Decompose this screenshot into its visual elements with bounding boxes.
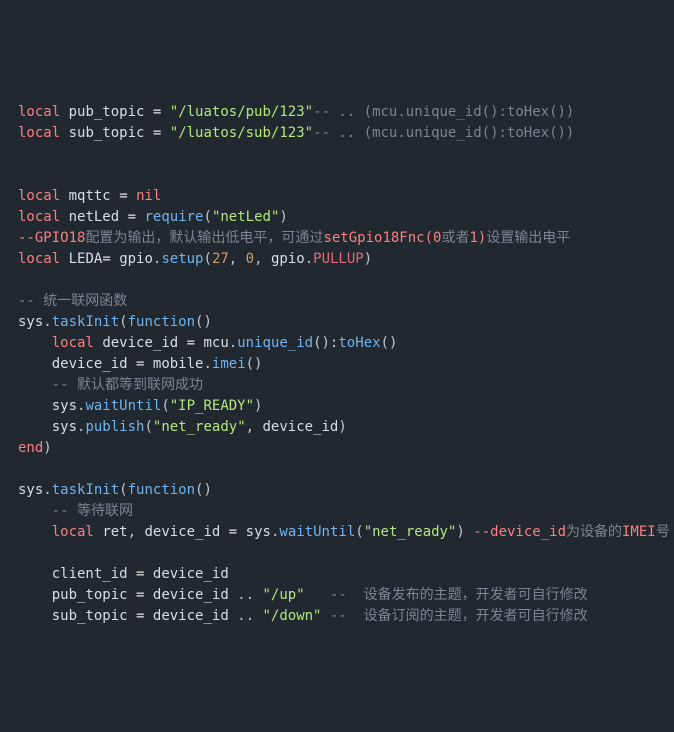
comment-line: -- 等待联网: [18, 501, 656, 522]
code-line: client_id = device_id: [18, 564, 656, 585]
blank-line: [18, 144, 656, 165]
code-line: end): [18, 438, 656, 459]
blank-line: [18, 543, 656, 564]
code-line: local netLed = require("netLed"): [18, 207, 656, 228]
code-line: local pub_topic = "/luatos/pub/123"-- ..…: [18, 102, 656, 123]
blank-line: [18, 270, 656, 291]
code-line: local sub_topic = "/luatos/sub/123"-- ..…: [18, 123, 656, 144]
code-line: device_id = mobile.imei(): [18, 354, 656, 375]
blank-line: [18, 459, 656, 480]
code-line: local ret, device_id = sys.waitUntil("ne…: [18, 522, 656, 543]
comment-line: --GPIO18配置为输出，默认输出低电平，可通过setGpio18Fnc(0或…: [18, 228, 656, 249]
code-line: local device_id = mcu.unique_id():toHex(…: [18, 333, 656, 354]
blank-line: [18, 165, 656, 186]
code-line: sys.waitUntil("IP_READY"): [18, 396, 656, 417]
code-line: local LEDA= gpio.setup(27, 0, gpio.PULLU…: [18, 249, 656, 270]
code-line: sys.publish("net_ready", device_id): [18, 417, 656, 438]
code-line: local mqttc = nil: [18, 186, 656, 207]
comment-line: -- 默认都等到联网成功: [18, 375, 656, 396]
code-editor[interactable]: local pub_topic = "/luatos/pub/123"-- ..…: [18, 102, 656, 627]
code-line: sub_topic = device_id .. "/down" -- 设备订阅…: [18, 606, 656, 627]
code-line: pub_topic = device_id .. "/up" -- 设备发布的主…: [18, 585, 656, 606]
code-line: sys.taskInit(function(): [18, 312, 656, 333]
comment-line: -- 统一联网函数: [18, 291, 656, 312]
code-line: sys.taskInit(function(): [18, 480, 656, 501]
